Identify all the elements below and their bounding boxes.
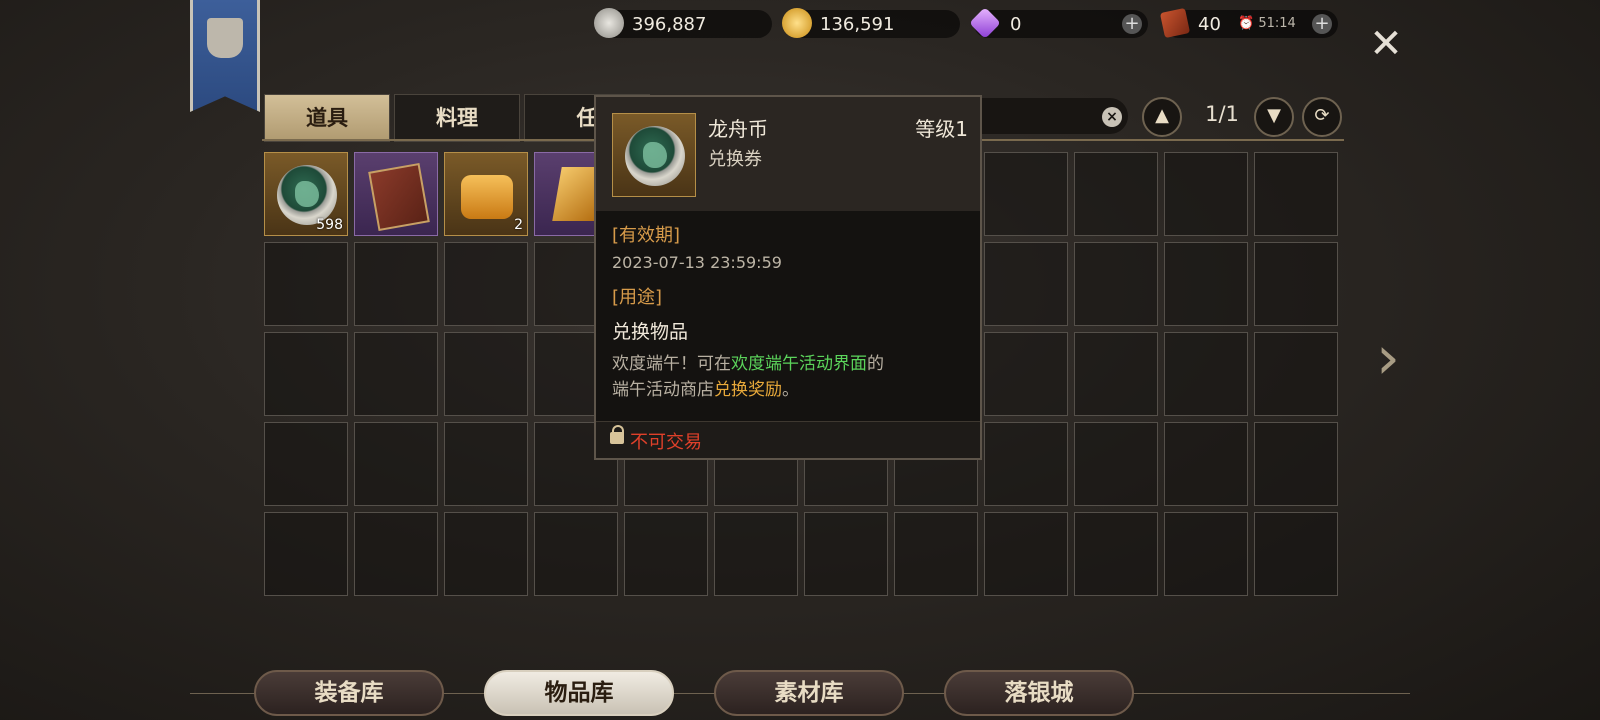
item-count: 2: [514, 217, 523, 233]
inventory-slot[interactable]: [354, 512, 438, 596]
silver-coin-icon: [594, 8, 624, 38]
inventory-slot[interactable]: [354, 422, 438, 506]
inventory-slot[interactable]: [1164, 332, 1248, 416]
item-type: 兑换券: [708, 149, 762, 170]
tab-props[interactable]: 道具: [264, 94, 390, 142]
diamond-amount: 0: [1010, 14, 1022, 35]
tab-cooking[interactable]: 料理: [394, 94, 520, 142]
silver-amount: 396,887: [632, 14, 707, 35]
tab-luoyin-city[interactable]: 落银城: [944, 670, 1134, 716]
inventory-slot[interactable]: [534, 512, 618, 596]
silver-currency: 396,887: [594, 8, 772, 38]
desc-text: 的: [867, 354, 884, 374]
inventory-slot[interactable]: [984, 242, 1068, 326]
page-indicator: 1/1: [1205, 102, 1239, 126]
alarm-icon: ⏰: [1238, 16, 1255, 31]
diamond-currency: 0 +: [969, 7, 1148, 39]
inventory-slot[interactable]: [444, 512, 528, 596]
inventory-slot[interactable]: 2: [444, 152, 528, 236]
inventory-slot[interactable]: [804, 512, 888, 596]
inventory-slot[interactable]: [444, 242, 528, 326]
plus-icon[interactable]: +: [1312, 14, 1332, 34]
inventory-slot[interactable]: [894, 512, 978, 596]
clear-icon[interactable]: ×: [1102, 107, 1122, 127]
stamina-timer: 51:14: [1258, 16, 1296, 31]
up-arrow-icon[interactable]: ▲: [1142, 97, 1182, 137]
desc-event-highlight: 欢度端午活动界面: [731, 354, 867, 374]
inventory-slot[interactable]: [1074, 422, 1158, 506]
stamina-amount: 40: [1198, 14, 1221, 35]
banner-emblem-icon: [207, 18, 243, 58]
inventory-slot[interactable]: 598: [264, 152, 348, 236]
inventory-slot[interactable]: [1254, 422, 1338, 506]
diamond-icon: [969, 7, 1001, 39]
inventory-slot[interactable]: [1164, 152, 1248, 236]
inventory-slot[interactable]: [354, 242, 438, 326]
item-level: 等级1: [915, 117, 968, 141]
down-arrow-icon[interactable]: ▼: [1254, 97, 1294, 137]
tooltip-header: 龙舟币 兑换券 等级1: [596, 97, 980, 211]
desc-text: 。: [782, 380, 799, 400]
lock-icon: [610, 425, 624, 444]
close-icon[interactable]: ✕: [1368, 24, 1404, 64]
inventory-slot[interactable]: [1074, 152, 1158, 236]
inventory-slot[interactable]: [984, 332, 1068, 416]
inventory-slot[interactable]: [264, 512, 348, 596]
desc-text: 欢度端午！可在: [612, 354, 731, 374]
inventory-slot[interactable]: [984, 512, 1068, 596]
gold-currency: 136,591: [782, 8, 960, 38]
inventory-slot[interactable]: [354, 332, 438, 416]
inventory-slot[interactable]: [1164, 242, 1248, 326]
inventory-slot[interactable]: [264, 422, 348, 506]
inventory-slot[interactable]: [264, 242, 348, 326]
tab-material-storage[interactable]: 素材库: [714, 670, 904, 716]
inventory-slot[interactable]: [1074, 332, 1158, 416]
guild-banner[interactable]: [190, 0, 260, 112]
inventory-slot[interactable]: [1254, 242, 1338, 326]
item-count: 598: [316, 217, 343, 233]
tooltip-footer: 不可交易: [596, 421, 980, 458]
expiry-label: [有效期]: [612, 225, 681, 246]
inventory-slot[interactable]: [714, 512, 798, 596]
expiry-date: 2023-07-13 23:59:59: [612, 253, 782, 272]
item-name: 龙舟币: [708, 117, 768, 141]
stamina-currency: 40 ⏰ 51:14 +: [1159, 7, 1338, 39]
inventory-slot[interactable]: [1254, 152, 1338, 236]
inventory-slot[interactable]: [984, 422, 1068, 506]
stamina-book-icon: [1159, 7, 1191, 39]
inventory-slot[interactable]: [264, 332, 348, 416]
chevron-right-icon[interactable]: ›: [1376, 328, 1406, 388]
gold-coin-icon: [782, 8, 812, 38]
inventory-slot[interactable]: [444, 422, 528, 506]
inventory-slot[interactable]: [1164, 422, 1248, 506]
trade-status: 不可交易: [630, 432, 702, 453]
inventory-slot[interactable]: [444, 332, 528, 416]
inventory-slot[interactable]: [1074, 242, 1158, 326]
inventory-slot[interactable]: [1254, 332, 1338, 416]
inventory-slot[interactable]: [1074, 512, 1158, 596]
use-label: [用途]: [612, 287, 663, 308]
refresh-icon[interactable]: ⟳: [1302, 97, 1342, 137]
item-description: 欢度端午！可在欢度端午活动界面的端午活动商店兑换奖励。: [612, 351, 964, 403]
item-tooltip: 龙舟币 兑换券 等级1 [有效期] 2023-07-13 23:59:59 [用…: [594, 95, 982, 460]
use-value: 兑换物品: [612, 321, 689, 343]
tab-equipment-storage[interactable]: 装备库: [254, 670, 444, 716]
dragon-coin-icon: [625, 126, 685, 186]
inventory-slot[interactable]: [624, 512, 708, 596]
gold-amount: 136,591: [820, 14, 895, 35]
inventory-slot[interactable]: [354, 152, 438, 236]
tab-item-storage[interactable]: 物品库: [484, 670, 674, 716]
plus-icon[interactable]: +: [1122, 14, 1142, 34]
item-icon: [612, 113, 696, 197]
gold-bar-icon: [461, 175, 513, 219]
inventory-slot[interactable]: [984, 152, 1068, 236]
inventory-slot[interactable]: [1254, 512, 1338, 596]
inventory-slot[interactable]: [1164, 512, 1248, 596]
desc-text: 端午活动商店: [612, 380, 714, 400]
desc-reward-highlight: 兑换奖励: [714, 380, 782, 400]
coin-icon: [277, 165, 337, 225]
book-icon: [368, 162, 430, 232]
